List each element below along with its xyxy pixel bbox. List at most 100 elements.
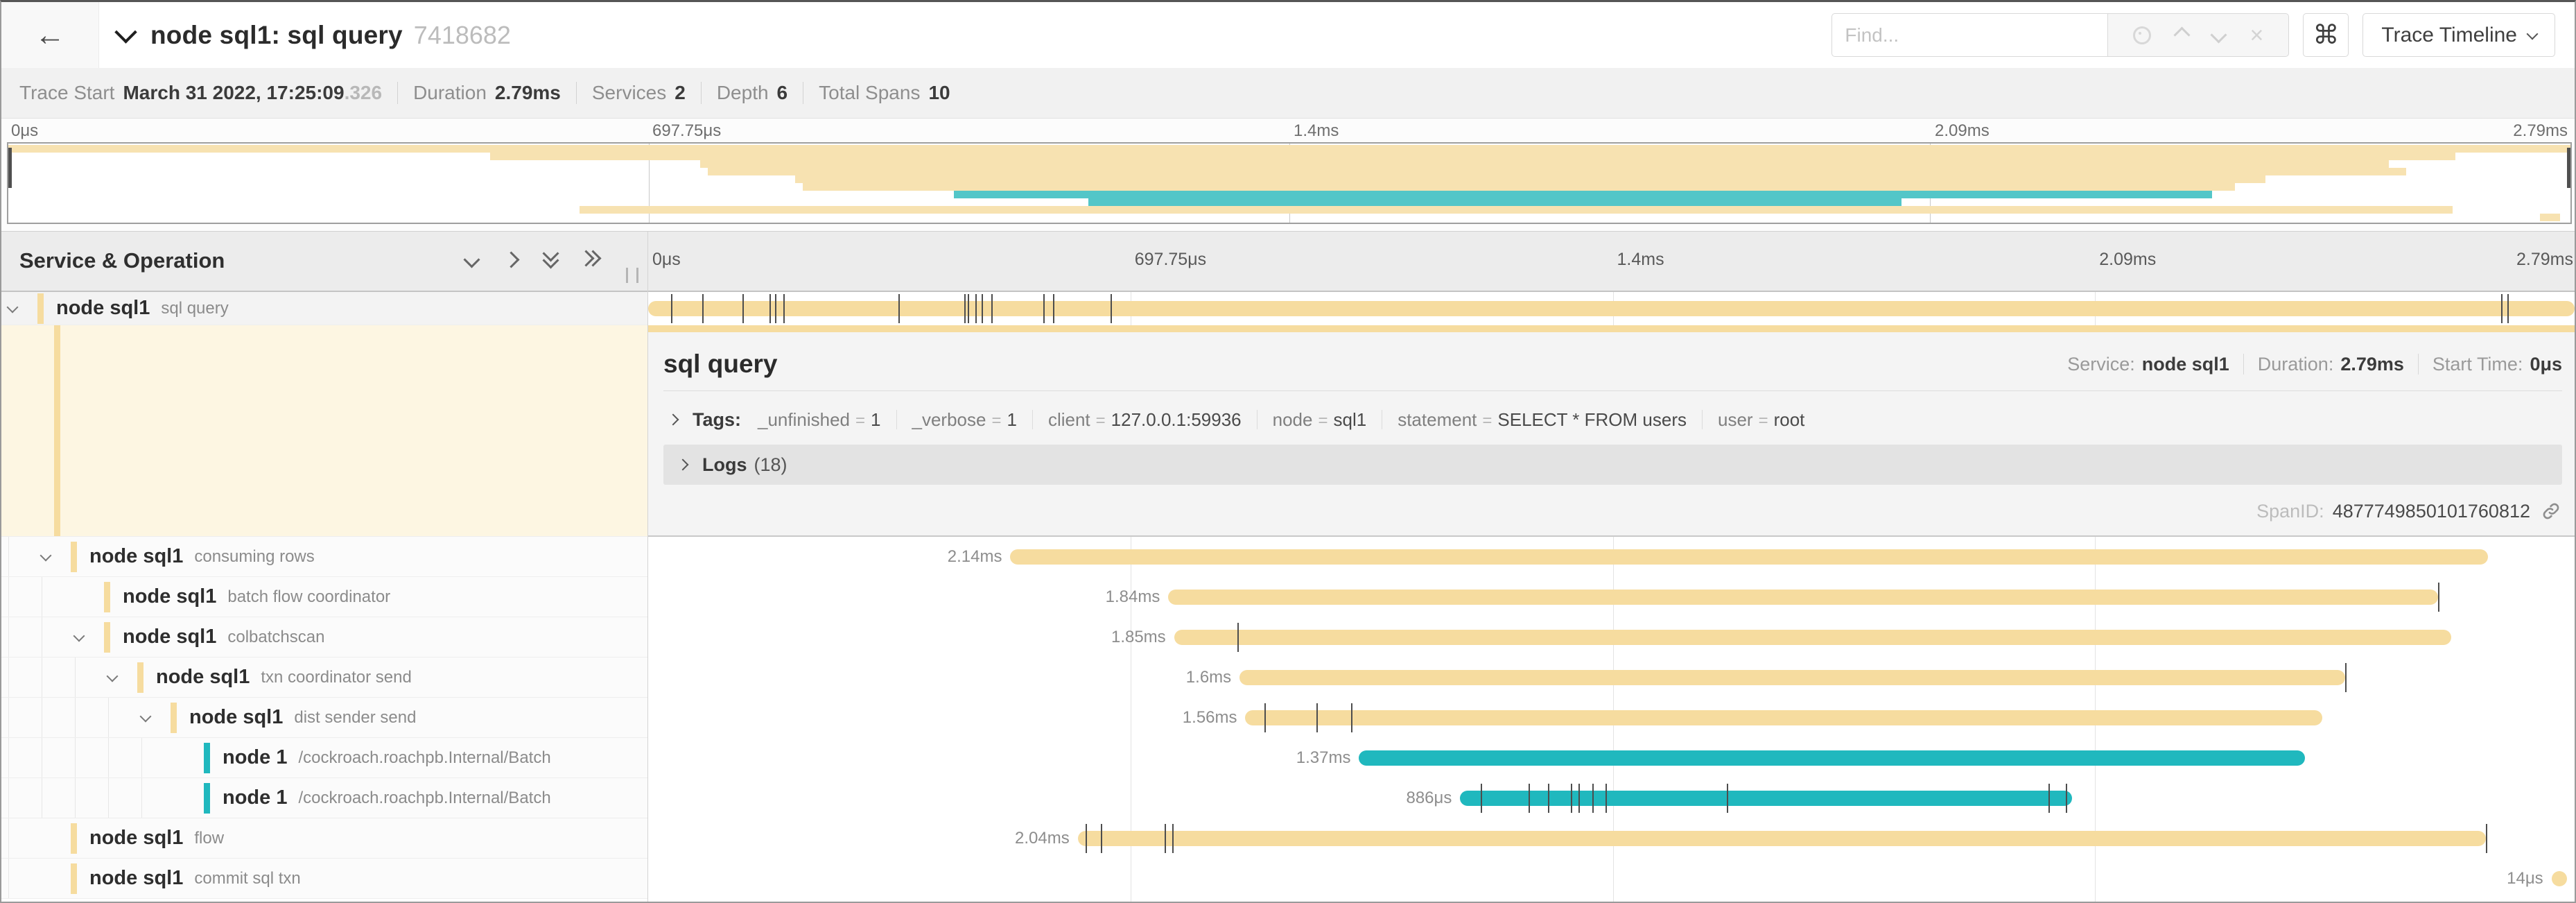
service-operation-title: Service & Operation xyxy=(19,248,225,273)
span-row-timeline[interactable]: 14μs xyxy=(648,859,2575,899)
span-row-left[interactable]: node sql1txn coordinator send xyxy=(1,657,648,698)
span-row-timeline[interactable]: 1.84ms xyxy=(648,577,2575,617)
detail-meta-label: Duration: xyxy=(2258,354,2334,375)
summary-label: Total Spans xyxy=(819,82,920,104)
span-bar[interactable] xyxy=(1010,549,2487,565)
operation-name: consuming rows xyxy=(194,547,314,567)
span-bar[interactable] xyxy=(2552,871,2567,886)
span-color-bar xyxy=(104,582,110,612)
expand-chevron[interactable] xyxy=(8,306,37,311)
span-row-label: node 1/cockroach.roachpb.Internal/Batch xyxy=(1,738,648,777)
logs-accordion[interactable]: Logs (18) xyxy=(663,445,2562,485)
span-row-timeline[interactable] xyxy=(648,292,2575,325)
minimap-row xyxy=(8,153,2570,160)
collapse-all-icon[interactable] xyxy=(545,252,557,266)
tag-equals: = xyxy=(1759,411,1768,431)
collapse-controls xyxy=(466,252,600,266)
span-row[interactable]: node sql1consuming rows2.14ms xyxy=(1,537,2575,577)
summary-separator xyxy=(397,82,398,104)
service-name: node sql1 xyxy=(56,297,150,320)
service-operation-header: Service & Operation xyxy=(1,232,648,291)
viewport-handle-left[interactable] xyxy=(8,148,12,188)
span-row-left[interactable]: node sql1flow xyxy=(1,818,648,859)
span-detail-meta: Service:node sql1Duration:2.79msStart Ti… xyxy=(2067,354,2562,375)
span-row-timeline[interactable]: 2.04ms xyxy=(648,818,2575,859)
span-row-timeline[interactable]: 1.6ms xyxy=(648,657,2575,698)
viewport-handle-right[interactable] xyxy=(2567,148,2570,188)
span-detail-header: sql query Service:node sql1Duration:2.79… xyxy=(663,338,2562,391)
span-row-left[interactable]: node sql1dist sender send xyxy=(1,698,648,738)
span-row-left[interactable]: node 1/cockroach.roachpb.Internal/Batch xyxy=(1,738,648,778)
span-row[interactable]: node sql1sql query xyxy=(1,292,2575,325)
collapse-one-icon[interactable] xyxy=(463,251,480,268)
back-button[interactable]: ← xyxy=(1,2,99,68)
span-row[interactable]: node sql1colbatchscan1.85ms xyxy=(1,617,2575,657)
span-color-bar xyxy=(71,823,77,854)
span-row-timeline[interactable]: 1.85ms xyxy=(648,617,2575,657)
span-row-label: node sql1sql query xyxy=(1,292,648,325)
header-controls: × ⌘ Trace Timeline xyxy=(1831,13,2555,57)
span-row-left[interactable]: node sql1commit sql txn xyxy=(1,859,648,899)
span-row-timeline[interactable]: 1.56ms xyxy=(648,698,2575,738)
span-row-left[interactable]: node sql1sql query xyxy=(1,292,648,325)
span-bar[interactable] xyxy=(1078,831,2486,846)
page-title: node sql1: sql query xyxy=(150,21,403,50)
span-row-timeline[interactable]: 886μs xyxy=(648,778,2575,818)
locate-icon[interactable] xyxy=(2133,26,2151,44)
expand-chevron[interactable] xyxy=(108,675,137,680)
expand-chevron[interactable] xyxy=(75,635,104,640)
span-color-bar xyxy=(37,293,44,324)
resizer-grip-icon[interactable] xyxy=(626,268,638,283)
minimap-span-bar xyxy=(2540,214,2561,221)
logs-count: (18) xyxy=(754,454,787,476)
chevron-down-icon[interactable] xyxy=(114,21,137,44)
ruler-tick-label: 2.79ms xyxy=(2513,121,2568,141)
span-bar[interactable] xyxy=(1168,590,2437,605)
find-input[interactable] xyxy=(1831,13,2108,57)
expand-one-icon[interactable] xyxy=(503,251,519,268)
summary-item: Trace StartMarch 31 2022, 17:25:09.326 xyxy=(19,82,382,104)
span-bar[interactable] xyxy=(1460,791,2071,806)
tags-row[interactable]: Tags: _unfinished=1_verbose=1client=127.… xyxy=(669,400,1804,439)
duration-label: 886μs xyxy=(1406,778,1452,818)
span-row[interactable]: node sql1flow2.04ms xyxy=(1,818,2575,859)
expand-chevron[interactable] xyxy=(141,715,171,721)
logs-label: Logs xyxy=(702,454,747,476)
view-selector-button[interactable]: Trace Timeline xyxy=(2362,13,2555,57)
summary-separator xyxy=(701,82,702,104)
span-bar[interactable] xyxy=(1174,630,2451,645)
expand-all-icon[interactable] xyxy=(584,252,600,266)
summary-label: Depth xyxy=(717,82,769,104)
span-row[interactable]: node sql1txn coordinator send1.6ms xyxy=(1,657,2575,698)
span-row[interactable]: node sql1batch flow coordinator1.84ms xyxy=(1,577,2575,617)
link-icon[interactable] xyxy=(2541,501,2561,521)
clear-search-icon[interactable]: × xyxy=(2249,24,2263,47)
span-row-left[interactable]: node sql1consuming rows xyxy=(1,537,648,577)
span-row-timeline[interactable]: 2.14ms xyxy=(648,537,2575,577)
prev-result-icon[interactable] xyxy=(2174,26,2191,43)
span-bar[interactable] xyxy=(1245,710,2322,725)
span-row-left[interactable]: node 1/cockroach.roachpb.Internal/Batch xyxy=(1,778,648,818)
minimap-canvas[interactable] xyxy=(7,142,2572,224)
timeline-ruler: 0μs697.75μs1.4ms2.09ms2.79ms xyxy=(648,232,2576,291)
minimap-row xyxy=(8,175,2570,183)
span-bar[interactable] xyxy=(648,301,2575,316)
tag-separator xyxy=(1032,410,1033,429)
span-row[interactable]: node 1/cockroach.roachpb.Internal/Batch 8… xyxy=(1,778,2575,818)
span-row-timeline[interactable]: 1.37ms xyxy=(648,738,2575,778)
summary-separator xyxy=(576,82,577,104)
span-bar[interactable] xyxy=(1239,670,2345,685)
expand-chevron[interactable] xyxy=(42,554,71,560)
span-row[interactable]: node sql1dist sender send1.56ms xyxy=(1,698,2575,738)
span-row[interactable]: node sql1commit sql txn14μs xyxy=(1,859,2575,899)
column-resizer[interactable] xyxy=(647,232,648,903)
span-row[interactable]: node 1/cockroach.roachpb.Internal/Batch1… xyxy=(1,738,2575,778)
span-row-left[interactable]: node sql1colbatchscan xyxy=(1,617,648,657)
span-detail-color-strip xyxy=(648,325,2575,332)
detail-meta-value: 2.79ms xyxy=(2340,354,2404,375)
span-row-left[interactable]: node sql1batch flow coordinator xyxy=(1,577,648,617)
tag-value: sql1 xyxy=(1334,409,1367,431)
keyboard-shortcuts-button[interactable]: ⌘ xyxy=(2303,13,2349,57)
next-result-icon[interactable] xyxy=(2211,26,2227,43)
span-bar[interactable] xyxy=(1359,750,2304,766)
